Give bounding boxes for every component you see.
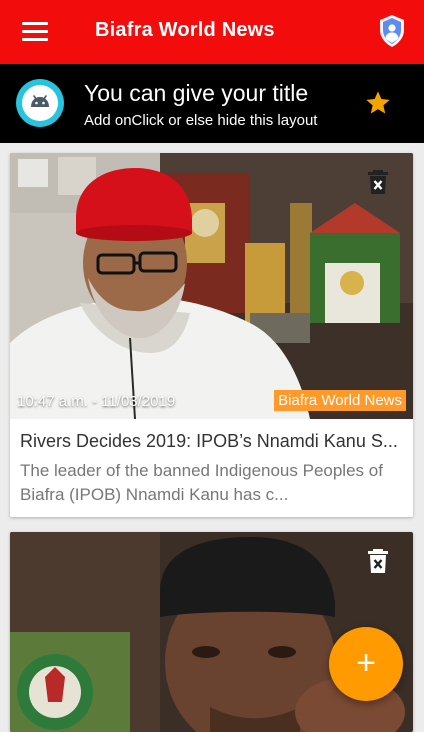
android-icon: [16, 79, 64, 127]
add-button[interactable]: +: [329, 627, 403, 701]
star-icon[interactable]: [364, 89, 392, 117]
delete-icon[interactable]: [367, 548, 389, 574]
article-image: [10, 153, 413, 419]
banner-title: You can give your title: [84, 80, 309, 106]
article-timestamp: 10:47 a.m. - 11/03/2019: [17, 393, 176, 410]
banner-subtitle: Add onClick or else hide this layout: [84, 112, 318, 129]
article-source-badge: Biafra World News: [274, 390, 406, 411]
app-bar: Biafra World News: [0, 0, 424, 64]
article-title[interactable]: Rivers Decides 2019: IPOB’s Nnamdi Kanu …: [20, 431, 400, 452]
promo-banner[interactable]: You can give your title Add onClick or e…: [0, 64, 424, 143]
hamburger-menu-icon[interactable]: [22, 21, 50, 43]
app-title: Biafra World News: [95, 19, 275, 41]
article-description: The leader of the banned Indigenous Peop…: [20, 461, 383, 504]
delete-icon[interactable]: [367, 169, 389, 195]
shield-account-icon[interactable]: [378, 14, 406, 48]
news-card[interactable]: 10:47 a.m. - 11/03/2019 Biafra World New…: [10, 153, 413, 517]
